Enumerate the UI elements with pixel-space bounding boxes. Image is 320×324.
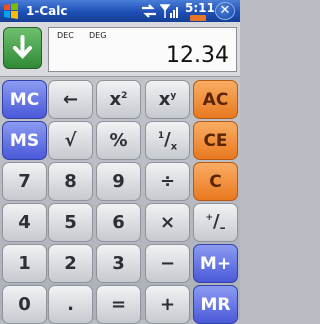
number-mode-label[interactable]: DEC [57, 31, 74, 40]
memory-store-button[interactable]: MS [2, 121, 47, 160]
angle-mode-label[interactable]: DEG [89, 31, 106, 40]
signal-strength-icon[interactable] [160, 3, 180, 19]
all-clear-button[interactable]: AC [193, 80, 238, 119]
result-display: DEC DEG 12.34 [48, 27, 237, 72]
add-button[interactable]: + [145, 285, 190, 324]
clear-entry-button[interactable]: CE [193, 121, 238, 160]
digit-2-button[interactable]: 2 [48, 244, 93, 283]
decimal-point-button[interactable]: . [48, 285, 93, 324]
digit-6-button[interactable]: 6 [96, 203, 141, 242]
clear-button[interactable]: C [193, 162, 238, 201]
subtract-button[interactable]: − [145, 244, 190, 283]
reciprocal-button[interactable]: 1/x [145, 121, 190, 160]
digit-5-button[interactable]: 5 [48, 203, 93, 242]
square-button[interactable]: x2 [96, 80, 141, 119]
calculator-body: DEC DEG 12.34 MC ← x2 xy AC MS √ % 1/x C… [0, 22, 240, 324]
power-button[interactable]: xy [145, 80, 190, 119]
window-title: 1-Calc [26, 4, 68, 18]
memory-add-button[interactable]: M+ [193, 244, 238, 283]
digit-7-button[interactable]: 7 [2, 162, 47, 201]
square-root-button[interactable]: √ [48, 121, 93, 160]
display-value: 12.34 [166, 43, 229, 68]
memory-clear-button[interactable]: MC [2, 80, 47, 119]
title-bar: 1-Calc 5:11 ✕ [0, 0, 240, 22]
multiply-button[interactable]: × [145, 203, 190, 242]
digit-9-button[interactable]: 9 [96, 162, 141, 201]
close-button[interactable]: ✕ [215, 2, 235, 20]
digit-0-button[interactable]: 0 [2, 285, 47, 324]
digit-1-button[interactable]: 1 [2, 244, 47, 283]
notification-badge [190, 15, 206, 21]
start-menu-icon[interactable] [3, 3, 19, 19]
display-area: DEC DEG 12.34 [0, 22, 240, 77]
divide-button[interactable]: ÷ [145, 162, 190, 201]
equals-button[interactable]: = [96, 285, 141, 324]
enter-button[interactable] [3, 27, 42, 69]
digit-3-button[interactable]: 3 [96, 244, 141, 283]
digit-8-button[interactable]: 8 [48, 162, 93, 201]
connectivity-icon[interactable] [140, 3, 158, 19]
plus-minus-button[interactable]: +/– [193, 203, 238, 242]
down-arrow-icon [13, 35, 32, 59]
clock-time[interactable]: 5:11 [185, 1, 215, 15]
digit-4-button[interactable]: 4 [2, 203, 47, 242]
memory-recall-button[interactable]: MR [193, 285, 238, 324]
backspace-button[interactable]: ← [48, 80, 93, 119]
percent-button[interactable]: % [96, 121, 141, 160]
